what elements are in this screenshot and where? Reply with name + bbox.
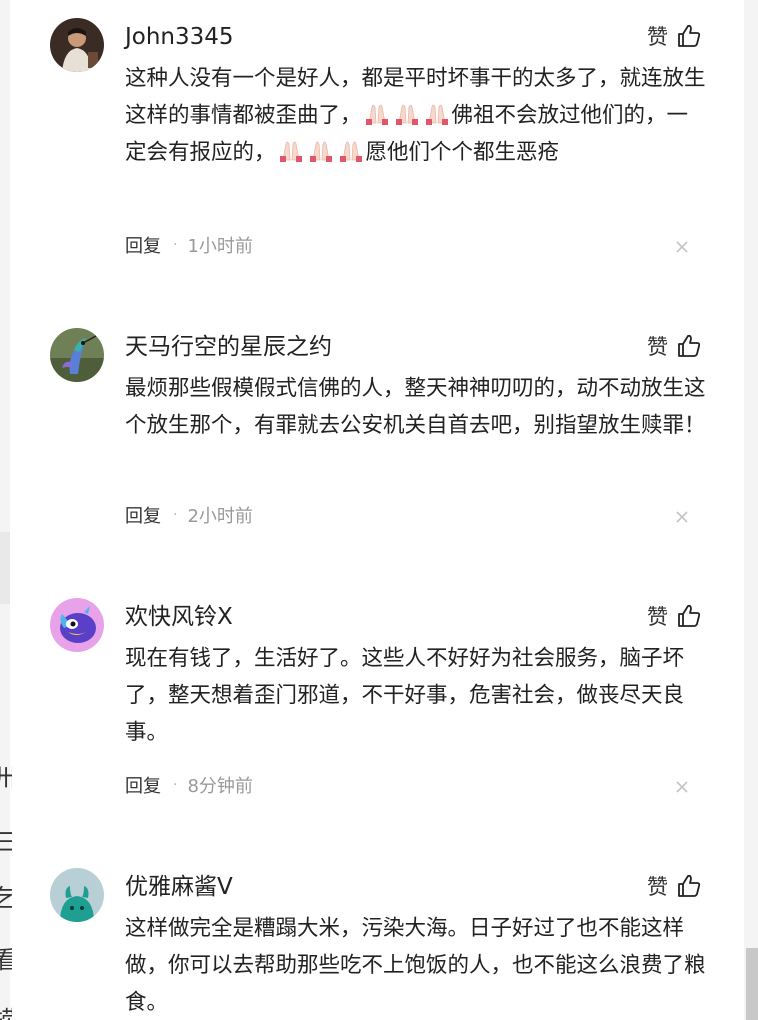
edge-glyph: 乞 [0, 878, 12, 913]
like-label: 赞 [647, 605, 668, 629]
like-label: 赞 [647, 875, 668, 899]
like-button[interactable]: 赞 [647, 598, 702, 634]
comment-item: 优雅麻酱V 赞 这样做完全是糟蹋大米，污染大海。日子好过了也不能这样做，你可以去… [50, 868, 706, 1020]
thumbs-up-icon [678, 24, 701, 47]
thumbs-up-icon [678, 334, 701, 357]
folded-hands-icon [365, 104, 388, 125]
like-button[interactable]: 赞 [647, 328, 702, 364]
timestamp: 2小时前 [187, 506, 253, 527]
like-label: 赞 [647, 335, 668, 359]
cartoon-bird-icon [50, 598, 104, 652]
comment-text: 这种人没有一个是好人，都是平时坏事干的太多了，就连放生这样的事情都被歪曲了， 佛祖… [125, 60, 707, 171]
reply-button[interactable]: 回复 [125, 502, 161, 528]
username[interactable]: 优雅麻酱V [125, 870, 233, 904]
like-button[interactable]: 赞 [647, 868, 702, 904]
comment-item: John3345 赞 这种人没有一个是好人，都是平时坏事干的太多了，就连放生这样… [50, 18, 706, 268]
comment-footer: 回复 · 2小时前 [125, 500, 253, 530]
folded-hands-icon [395, 104, 418, 125]
folded-hands-icon [309, 141, 332, 162]
close-icon[interactable] [674, 239, 690, 255]
like-label: 赞 [647, 25, 668, 49]
comment-text-part: 愿他们个个都生恶疮 [365, 140, 560, 165]
separator-dot: · [173, 237, 178, 253]
comment-footer: 回复 · 8分钟前 [125, 770, 253, 800]
avatar[interactable] [50, 18, 104, 72]
hummingbird-icon [50, 328, 104, 382]
folded-hands-icon [425, 104, 448, 125]
scrollbar-thumb[interactable] [746, 948, 758, 1020]
separator-dot: · [173, 507, 178, 523]
avatar[interactable] [50, 328, 104, 382]
comment-text: 最烦那些假模假式信佛的人，整天神神叨叨的，动不动放生这个放生那个，有罪就去公安机… [125, 376, 706, 438]
comment-item: 欢快风铃X 赞 现在有钱了，生活好了。这些人不好好为社会服务，脑子坏了，整天想着… [50, 598, 702, 808]
username[interactable]: 欢快风铃X [125, 600, 233, 634]
reply-button[interactable]: 回复 [125, 772, 161, 798]
left-background-strip [0, 0, 10, 1020]
edge-glyph: 卅 [0, 758, 12, 793]
man-portrait-icon [50, 18, 104, 72]
teal-creature-icon [50, 868, 104, 922]
reply-button[interactable]: 回复 [125, 232, 161, 258]
comment-text: 现在有钱了，生活好了。这些人不好好为社会服务，脑子坏了，整天想着歪门邪道，不干好… [125, 646, 685, 745]
folded-hands-icon [279, 141, 302, 162]
left-background-block [0, 532, 10, 604]
edge-glyph: 捞 [0, 1000, 12, 1020]
avatar[interactable] [50, 868, 104, 922]
close-icon[interactable] [674, 509, 690, 525]
folded-hands-icon [339, 141, 362, 162]
timestamp: 8分钟前 [187, 776, 253, 797]
comment-text: 这样做完全是糟蹋大米，污染大海。日子好过了也不能这样做，你可以去帮助那些吃不上饱… [125, 916, 706, 1015]
like-button[interactable]: 赞 [647, 18, 702, 54]
username[interactable]: John3345 [125, 20, 234, 54]
avatar[interactable] [50, 598, 104, 652]
comment-footer: 回复 · 1小时前 [125, 230, 253, 260]
timestamp: 1小时前 [187, 236, 253, 257]
comment-item: 天马行空的星辰之约 赞 最烦那些假模假式信佛的人，整天神神叨叨的，动不动放生这个… [50, 328, 706, 538]
thumbs-up-icon [678, 874, 701, 897]
scrollbar-track[interactable] [744, 0, 758, 1020]
thumbs-up-icon [678, 604, 701, 627]
separator-dot: · [173, 777, 178, 793]
close-icon[interactable] [674, 779, 690, 795]
edge-glyph: 三 [0, 822, 12, 857]
username[interactable]: 天马行空的星辰之约 [125, 330, 332, 364]
edge-glyph: 看 [0, 940, 12, 975]
